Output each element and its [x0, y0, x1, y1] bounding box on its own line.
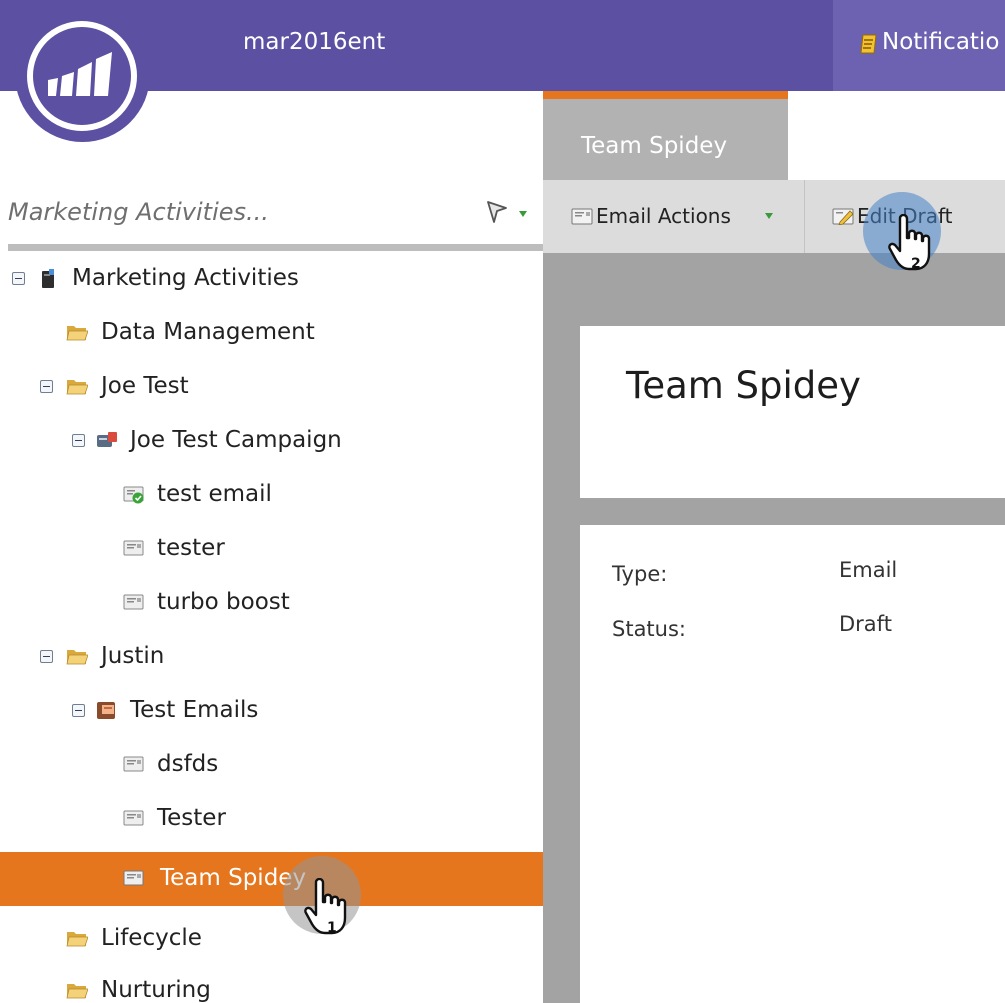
top-bar: mar2016ent Notificatio [0, 0, 1005, 91]
hand-cursor-icon [888, 214, 931, 271]
title-card: Team Spidey [580, 326, 1005, 498]
email-actions-label: Email Actions [596, 204, 731, 228]
tree-item-marketing-activities[interactable]: Marketing Activities [0, 252, 543, 306]
folder-icon [66, 326, 88, 341]
program-icon [97, 432, 117, 447]
notifications-button[interactable]: Notificatio [833, 0, 1005, 91]
email-icon [123, 810, 144, 826]
tree-item-label: Joe Test Campaign [130, 427, 342, 453]
email-program-icon [97, 702, 115, 719]
tree-item-label: Test Emails [130, 697, 259, 723]
tree-search-divider [8, 244, 543, 251]
tab-strip: Team Spidey [543, 91, 1005, 180]
tree-item-tester-2[interactable]: Tester [0, 792, 543, 846]
step-badge-2: 2 [911, 256, 921, 272]
email-icon [571, 208, 593, 225]
tree-item-label: Joe Test [101, 373, 189, 399]
email-icon [123, 540, 144, 556]
tree-item-nurturing[interactable]: Nurturing [0, 964, 543, 1003]
tree-item-tester[interactable]: tester [0, 522, 543, 576]
filter-icon [487, 201, 527, 223]
details-card: Type: Email Status: Draft [580, 525, 1005, 1003]
tree-item-label: Nurturing [101, 977, 211, 1003]
folder-icon [66, 984, 88, 999]
tab-team-spidey[interactable]: Team Spidey [543, 91, 788, 180]
collapse-toggle-icon[interactable] [12, 272, 25, 285]
tree-item-lifecycle[interactable]: Lifecycle [0, 912, 543, 966]
tree-item-joe-test-campaign[interactable]: Joe Test Campaign [0, 414, 543, 468]
email-icon [123, 870, 144, 886]
instance-name: mar2016ent [243, 29, 386, 55]
chevron-down-icon [765, 213, 773, 219]
tree-item-label: test email [157, 481, 272, 507]
tree-search-input[interactable] [8, 192, 468, 232]
folder-icon [66, 932, 88, 947]
tree-item-justin[interactable]: Justin [0, 630, 543, 684]
tree-item-joe-test[interactable]: Joe Test [0, 360, 543, 414]
tree-item-label: dsfds [157, 751, 219, 777]
tree-item-label: Data Management [101, 319, 315, 345]
tab-label: Team Spidey [581, 133, 728, 159]
tree-item-label: tester [157, 535, 225, 561]
tree-item-test-email[interactable]: test email [0, 468, 543, 522]
folder-icon [66, 650, 88, 665]
tree-item-team-spidey[interactable]: Team Spidey [0, 852, 543, 906]
notifications-label: Notificatio [882, 29, 1000, 55]
tree-item-dsfds[interactable]: dsfds [0, 738, 543, 792]
hand-cursor-icon [304, 878, 347, 935]
email-icon [123, 594, 144, 610]
tree-item-label: turbo boost [157, 589, 290, 615]
tree-item-label: Marketing Activities [72, 265, 299, 291]
tree-item-data-management[interactable]: Data Management [0, 306, 543, 360]
collapse-toggle-icon[interactable] [72, 434, 85, 447]
collapse-toggle-icon[interactable] [40, 380, 53, 393]
edit-draft-icon [832, 208, 854, 225]
step-badge-1: 1 [327, 920, 337, 936]
marketing-activities-tree: Marketing Activities Data Management Joe… [0, 252, 543, 1003]
type-label: Type: [612, 562, 668, 586]
collapse-toggle-icon[interactable] [72, 704, 85, 717]
email-actions-button[interactable]: Email Actions [543, 180, 804, 253]
tree-search-row [0, 180, 543, 242]
tree-item-label: Justin [101, 643, 165, 669]
tree-item-label: Tester [157, 805, 226, 831]
tree-filter-button[interactable] [484, 198, 532, 228]
marketo-logo[interactable] [15, 7, 150, 142]
marketo-logo-icon [48, 52, 112, 96]
tree-item-test-emails[interactable]: Test Emails [0, 684, 543, 738]
status-label: Status: [612, 617, 686, 641]
tree-item-turbo-boost[interactable]: turbo boost [0, 576, 543, 630]
folder-icon [66, 380, 88, 395]
status-value: Draft [839, 612, 892, 636]
tree-item-label: Lifecycle [101, 925, 202, 951]
page-title: Team Spidey [626, 364, 861, 407]
content-area: Team Spidey Type: Email Status: Draft [543, 253, 1005, 1003]
email-icon [123, 756, 144, 772]
marketing-activities-icon [42, 269, 54, 288]
type-value: Email [839, 558, 898, 582]
email-approved-icon [123, 486, 144, 504]
notification-icon [860, 34, 877, 54]
collapse-toggle-icon[interactable] [40, 650, 53, 663]
